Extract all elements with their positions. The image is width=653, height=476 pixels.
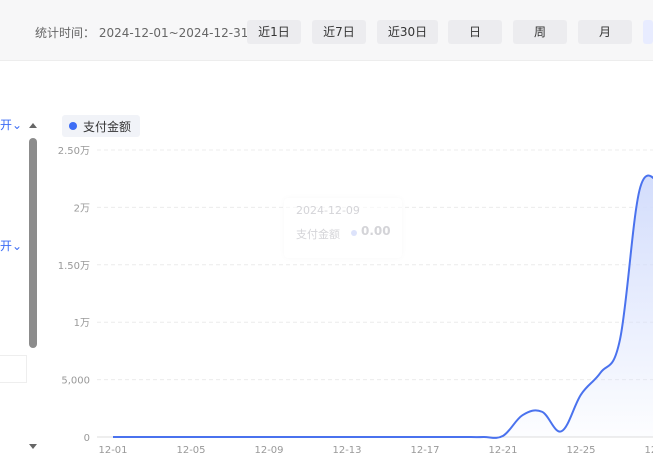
- x-tick-label: 12-09: [254, 445, 283, 456]
- y-tick-label: 2万: [74, 203, 90, 214]
- x-tick-label: 12-25: [566, 445, 595, 456]
- x-tick-label: 12-21: [488, 445, 517, 456]
- chart-tooltip: 2024-12-09 支付金额 0.00: [284, 198, 402, 258]
- tooltip-series-label: 支付金额: [296, 228, 340, 241]
- x-tick-label: 12-17: [410, 445, 439, 456]
- y-tick-label: 1万: [74, 318, 90, 329]
- y-tick-label: 5,000: [61, 376, 90, 387]
- tooltip-dot-icon: [351, 230, 357, 236]
- y-tick-label: 0: [84, 433, 90, 444]
- x-tick-label: 12-05: [176, 445, 205, 456]
- x-tick-label: 12-01: [98, 445, 127, 456]
- x-tick-label: 12-29: [644, 445, 653, 456]
- tooltip-value: 0.00: [361, 224, 391, 238]
- y-tick-label: 1.50万: [58, 261, 90, 272]
- tooltip-date: 2024-12-09: [296, 204, 360, 217]
- x-tick-label: 12-13: [332, 445, 361, 456]
- y-tick-label: 2.50万: [58, 146, 90, 157]
